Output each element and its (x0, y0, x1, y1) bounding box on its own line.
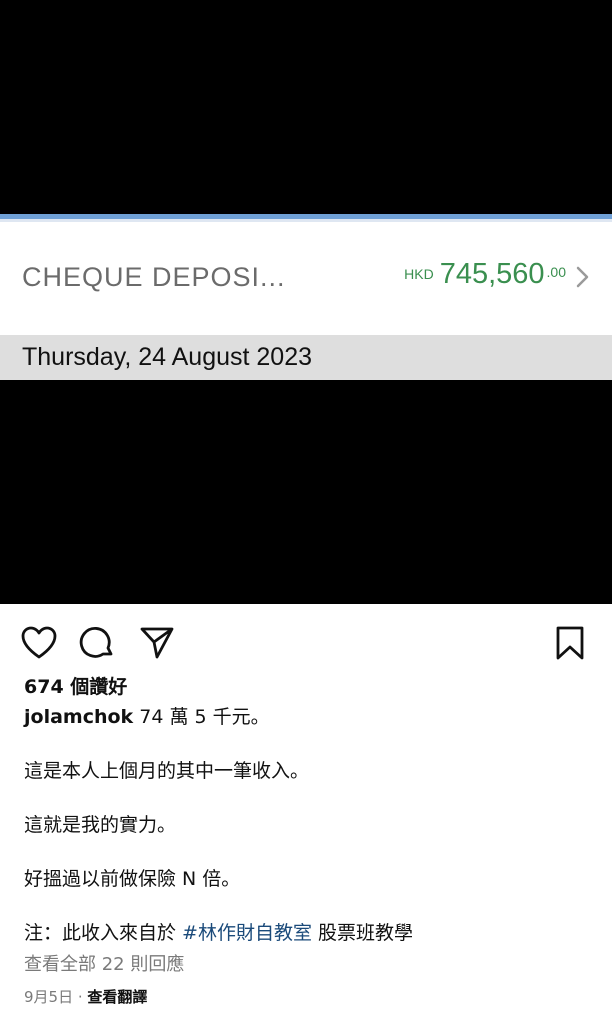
transaction-row[interactable]: CHEQUE DEPOSI... HKD 745,560 .00 (0, 222, 612, 335)
view-all-comments-link[interactable]: 查看全部 22 則回應 (24, 950, 594, 980)
post-meta-row: 9月5日 · 查看翻譯 (24, 982, 594, 1012)
redacted-area-top (0, 0, 612, 214)
caption-paragraph-income: 這是本人上個月的其中一筆收入。 (24, 760, 310, 782)
see-translation-link[interactable]: 查看翻譯 (87, 988, 147, 1006)
chevron-right-icon[interactable] (576, 266, 590, 288)
transaction-currency: HKD (404, 266, 434, 282)
date-header-text: Thursday, 24 August 2023 (22, 343, 313, 371)
note-prefix: 注：此收入來自於 (24, 922, 183, 944)
transaction-amount-group: HKD 745,560 .00 (404, 258, 590, 291)
hashtag-link[interactable]: #林作財自教室 (182, 922, 312, 944)
share-icon[interactable] (138, 624, 176, 662)
caption-paragraph-ability: 這就是我的實力。 (24, 814, 177, 836)
transaction-amount: 745,560 (439, 258, 545, 290)
post-caption-area: 674 個讚好 jolamchok 74 萬 5 千元。 這是本人上個月的其中一… (24, 672, 594, 1012)
redacted-area-bottom (0, 380, 612, 604)
heart-icon[interactable] (20, 624, 58, 662)
instagram-post-screen: CHEQUE DEPOSI... HKD 745,560 .00 Thursda… (0, 0, 612, 1024)
post-action-bar (0, 604, 612, 674)
meta-separator: · (73, 988, 88, 1006)
caption-paragraph-insurance: 好搵過以前做保險 N 倍。 (24, 868, 241, 890)
transaction-cents: .00 (546, 264, 566, 280)
note-suffix: 股票班教學 (311, 922, 414, 944)
caption-note: 注：此收入來自於 #林作財自教室 股票班教學 (24, 918, 594, 948)
caption-text: 74 萬 5 千元。 (133, 706, 270, 728)
date-header: Thursday, 24 August 2023 (0, 335, 612, 380)
comment-icon[interactable] (78, 624, 116, 662)
bookmark-icon[interactable] (551, 624, 589, 662)
transaction-description: CHEQUE DEPOSI... (22, 262, 286, 292)
caption-first-line: jolamchok 74 萬 5 千元。 (24, 702, 594, 732)
post-username[interactable]: jolamchok (24, 706, 133, 728)
post-date: 9月5日 (24, 988, 74, 1006)
likes-count[interactable]: 674 個讚好 (24, 672, 594, 702)
